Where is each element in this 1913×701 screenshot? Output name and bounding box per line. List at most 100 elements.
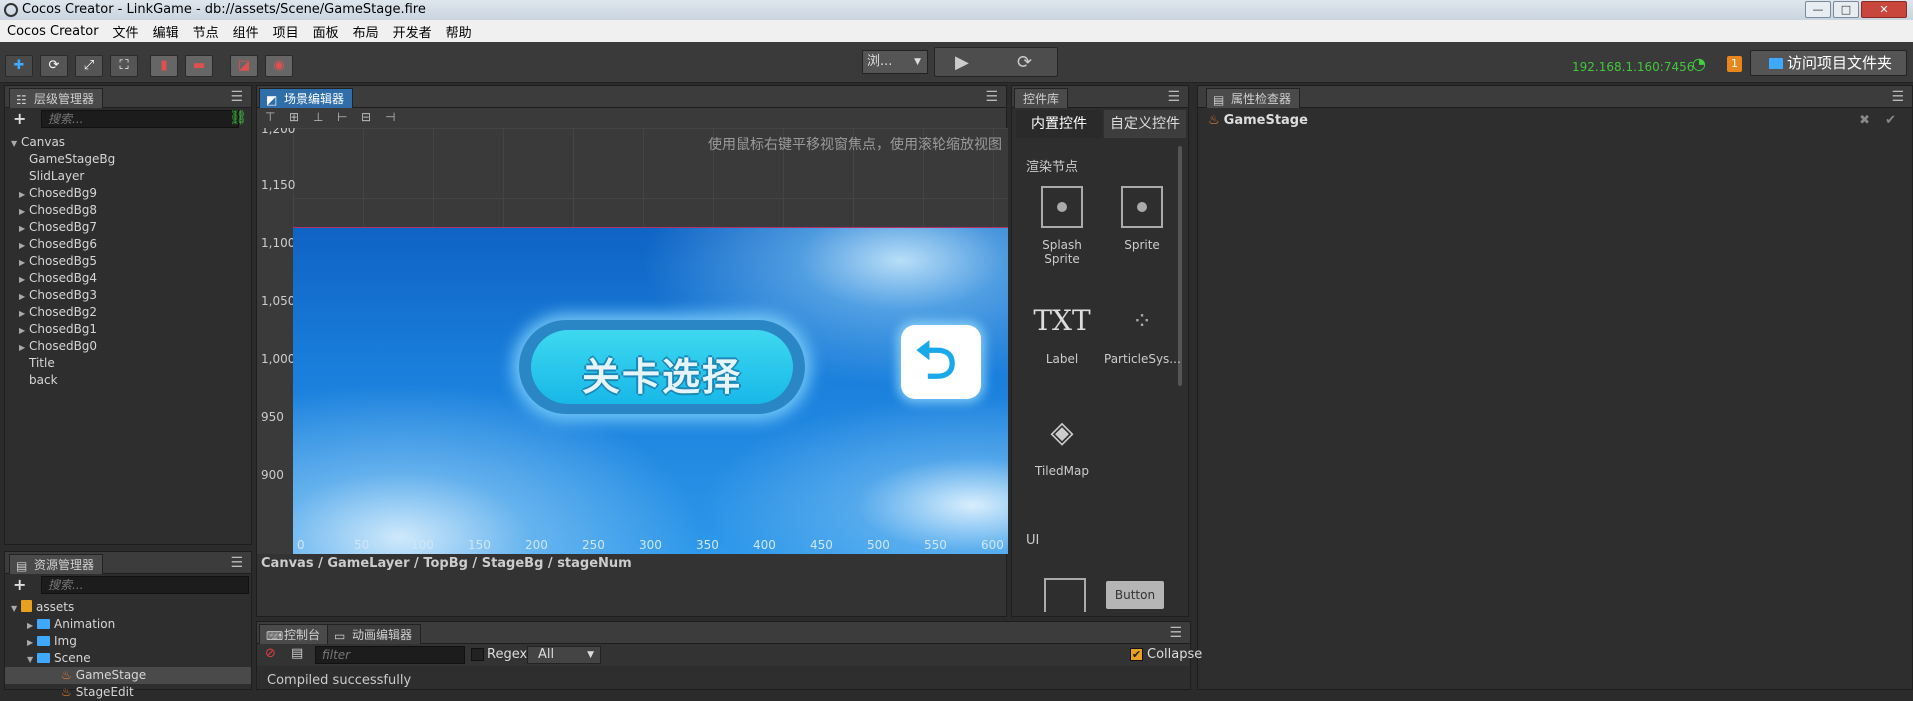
open-log-icon[interactable]: ▤	[291, 646, 303, 661]
scale-tool-icon[interactable]: ⤢	[75, 55, 103, 77]
collapse-checkbox[interactable]: ✔	[1130, 648, 1143, 661]
menu-file[interactable]: 文件	[106, 22, 146, 41]
tab-assets[interactable]: ▤ 资源管理器	[9, 554, 104, 574]
minimize-button[interactable]: —	[1805, 1, 1831, 18]
asset-node-folder[interactable]: ▼ Scene	[5, 650, 251, 667]
log-level-select[interactable]: All ▼	[527, 646, 601, 664]
panel-menu-icon[interactable]: ☰	[1167, 89, 1180, 105]
expand-arrow-icon[interactable]: ▶	[19, 271, 29, 288]
menu-project[interactable]: 项目	[266, 22, 306, 41]
assets-search-input[interactable]: 搜索...	[41, 576, 249, 594]
level-select-button[interactable]: 关卡选择	[519, 320, 805, 414]
close-button[interactable]: ✕	[1861, 1, 1907, 18]
tab-scene-editor[interactable]: ◩ 场景编辑器	[259, 88, 354, 108]
menu-component[interactable]: 组件	[226, 22, 266, 41]
menu-cocos-creator[interactable]: Cocos Creator	[0, 24, 106, 39]
panel-menu-icon[interactable]: ☰	[1169, 625, 1182, 641]
node-breadcrumb[interactable]: Canvas / GameLayer / TopBg / StageBg / s…	[257, 554, 1006, 574]
tree-node[interactable]: ▶ ChosedBg9	[5, 185, 251, 202]
tab-animation-editor[interactable]: ▭ 动画编辑器	[327, 624, 422, 644]
panel-menu-icon[interactable]: ☰	[985, 89, 998, 105]
widget-tiledmap[interactable]: ◈ TiledMap	[1024, 412, 1100, 478]
tree-node[interactable]: ▶ ChosedBg8	[5, 202, 251, 219]
tab-widget-library[interactable]: 控件库	[1014, 88, 1069, 108]
menu-developer[interactable]: 开发者	[386, 22, 439, 41]
menu-panel[interactable]: 面板	[306, 22, 346, 41]
local-global-toggle-icon[interactable]: ▮	[150, 55, 178, 77]
asset-node-scene[interactable]: ♨ StageEdit	[5, 684, 251, 701]
tree-node[interactable]: ▶ ChosedBg5	[5, 253, 251, 270]
tab-console[interactable]: ⌨ 控制台	[259, 624, 330, 644]
tree-node[interactable]: ▶ ChosedBg2	[5, 304, 251, 321]
asset-node-assets[interactable]: ▼ assets	[5, 599, 251, 616]
record-icon[interactable]: ◉	[265, 55, 293, 77]
tab-builtin-widgets[interactable]: 内置控件	[1016, 110, 1102, 138]
link-icon[interactable]: ⛓	[229, 110, 247, 126]
expand-arrow-icon[interactable]: ▶	[19, 254, 29, 271]
asset-node-folder[interactable]: ▶ Animation	[5, 616, 251, 633]
move-tool-icon[interactable]: ✚	[5, 55, 33, 77]
refresh-icon[interactable]: ⟳	[1017, 52, 1032, 73]
align-vcenter-icon[interactable]: ⊞	[289, 110, 299, 124]
tree-node[interactable]: ▶ ChosedBg4	[5, 270, 251, 287]
pivot-toggle-icon[interactable]: ▬	[185, 55, 213, 77]
tree-node-canvas[interactable]: ▼ Canvas	[5, 134, 251, 151]
expand-arrow-icon[interactable]: ▼	[27, 651, 37, 668]
tree-node[interactable]: ▶ ChosedBg6	[5, 236, 251, 253]
rotate-tool-icon[interactable]: ⟳	[40, 55, 68, 77]
expand-arrow-icon[interactable]: ▶	[19, 203, 29, 220]
apply-check-icon[interactable]: ✔	[1885, 113, 1896, 128]
add-asset-icon[interactable]: +	[13, 575, 26, 594]
expand-arrow-icon[interactable]: ▶	[19, 339, 29, 356]
menu-edit[interactable]: 编辑	[146, 22, 186, 41]
preview-ip-address[interactable]: 192.168.1.160:7456	[1572, 60, 1694, 74]
tab-custom-widgets[interactable]: 自定义控件	[1104, 110, 1186, 138]
menu-help[interactable]: 帮助	[439, 22, 479, 41]
expand-arrow-icon[interactable]: ▶	[27, 617, 37, 634]
expand-arrow-icon[interactable]: ▶	[27, 634, 37, 651]
tab-hierarchy[interactable]: ☷ 层级管理器	[9, 88, 104, 108]
expand-arrow-icon[interactable]: ▶	[19, 322, 29, 339]
tab-inspector[interactable]: ▤ 属性检查器	[1206, 88, 1301, 108]
menu-node[interactable]: 节点	[186, 22, 226, 41]
expand-arrow-icon[interactable]: ▶	[19, 220, 29, 237]
add-node-icon[interactable]: +	[13, 109, 26, 128]
widget-sprite[interactable]: Sprite	[1104, 186, 1180, 252]
align-left-icon[interactable]: ⊢	[337, 110, 347, 124]
expand-arrow-icon[interactable]: ▼	[11, 135, 21, 152]
clear-console-icon[interactable]: ⊘	[265, 646, 276, 661]
hierarchy-search-input[interactable]: 搜索...	[41, 110, 239, 128]
widget-particle-system[interactable]: ⁘ ParticleSys...	[1104, 300, 1181, 366]
align-bottom-icon[interactable]: ⊥	[313, 110, 323, 124]
expand-arrow-icon[interactable]: ▶	[19, 237, 29, 254]
expand-arrow-icon[interactable]: ▶	[19, 186, 29, 203]
panel-menu-icon[interactable]: ☰	[230, 555, 243, 571]
tree-node[interactable]: ▶ ChosedBg1	[5, 321, 251, 338]
widget-button[interactable]: Button	[1106, 581, 1164, 609]
align-top-icon[interactable]: ⊤	[265, 110, 275, 124]
asset-node-folder[interactable]: ▶ Img	[5, 633, 251, 650]
panel-menu-icon[interactable]: ☰	[230, 89, 243, 105]
console-filter-input[interactable]: filter	[315, 646, 465, 664]
preview-platform-select[interactable]: 浏... ▼	[862, 50, 928, 74]
expand-arrow-icon[interactable]: ▼	[11, 600, 21, 617]
tree-node[interactable]: ▶ ChosedBg7	[5, 219, 251, 236]
visit-project-folder-button[interactable]: 访问项目文件夹	[1750, 50, 1907, 76]
device-toggle-icon[interactable]: ◪	[230, 55, 258, 77]
tree-node[interactable]: Title	[5, 355, 251, 372]
tree-node[interactable]: back	[5, 372, 251, 389]
tree-node[interactable]: ▶ ChosedBg3	[5, 287, 251, 304]
expand-arrow-icon[interactable]: ▶	[19, 288, 29, 305]
asset-node-scene-selected[interactable]: ♨ GameStage	[5, 667, 251, 684]
tree-node[interactable]: ▶ ChosedBg0	[5, 338, 251, 355]
widget-label[interactable]: TXT Label	[1024, 300, 1100, 366]
play-icon[interactable]: ▶	[955, 52, 969, 73]
notification-badge[interactable]: 1	[1727, 56, 1742, 72]
maximize-button[interactable]: □	[1833, 1, 1859, 18]
align-right-icon[interactable]: ⊣	[385, 110, 395, 124]
scene-viewport[interactable]: 1,200 1,150 1,100 1,050 1,000 950 900 关卡…	[257, 128, 1008, 554]
rect-tool-icon[interactable]: ⛶	[110, 55, 138, 77]
expand-arrow-icon[interactable]: ▶	[19, 305, 29, 322]
widget-splash-sprite[interactable]: Splash Sprite	[1024, 186, 1100, 266]
menu-layout[interactable]: 布局	[346, 22, 386, 41]
